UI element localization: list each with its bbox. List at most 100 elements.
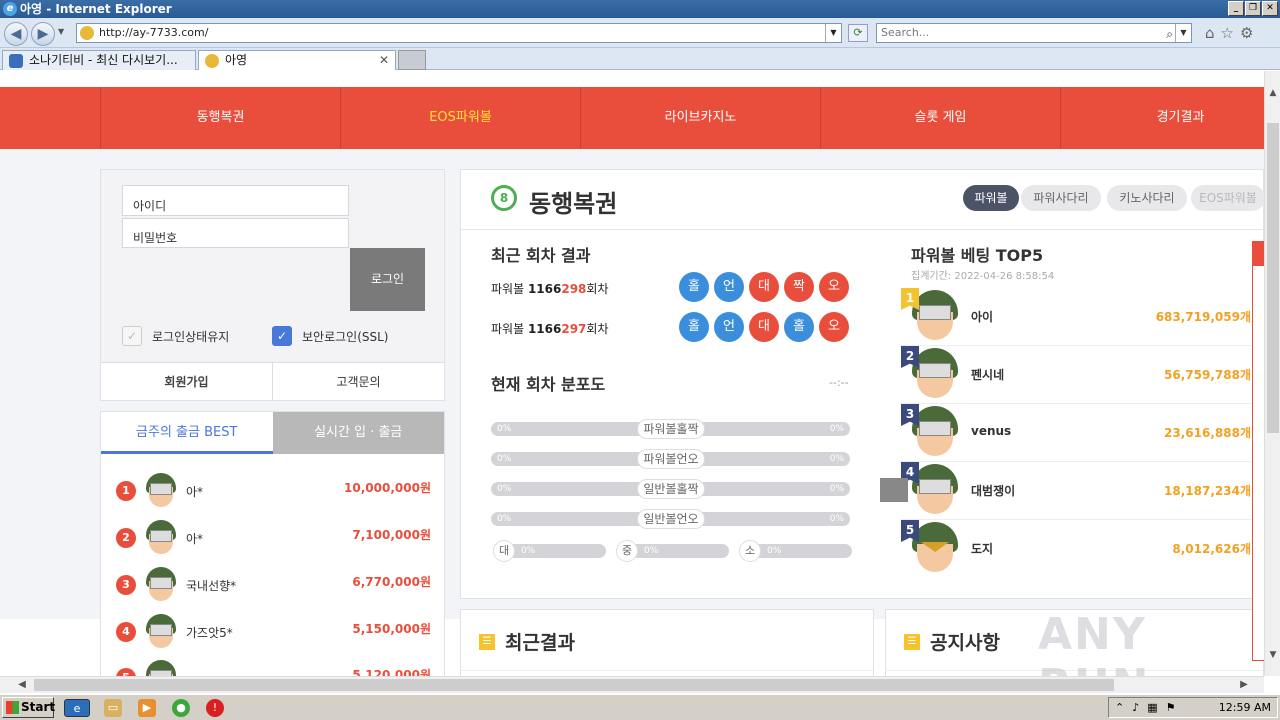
forward-button[interactable]: ▶ (31, 22, 55, 46)
scroll-thumb[interactable] (34, 679, 1114, 691)
ie-taskbar-icon[interactable]: e (64, 699, 90, 717)
bar-left-value: 0% (497, 454, 512, 464)
nav-item-slot-games[interactable]: 슬롯 게임 (820, 87, 1060, 149)
new-tab-button[interactable] (398, 50, 426, 70)
checkmark-icon: ✓ (122, 326, 142, 346)
nav-item-eos-powerball[interactable]: EOS파워볼 (340, 87, 580, 149)
list-item: 1 아* 10,000,000원 (116, 471, 431, 511)
user-name: 대범쟁이 (971, 484, 1016, 498)
explorer-folder-icon[interactable]: ▭ (104, 699, 122, 717)
browser-tab-sonagi[interactable]: 소나기티비 - 최신 다시보기... (2, 50, 196, 70)
ssl-login-checkbox[interactable]: ✓ 보안로그인(SSL) (272, 326, 388, 346)
scroll-right-icon[interactable]: ▶ (1236, 677, 1252, 693)
result-row: 파워볼 1166297회차 (491, 320, 609, 337)
avatar-icon (144, 567, 178, 603)
search-icon[interactable]: ⌕ (1166, 25, 1173, 43)
bar-left-value: 0% (497, 484, 512, 494)
search-placeholder: Search... (881, 26, 930, 39)
favorites-star-icon[interactable]: ☆ (1221, 24, 1234, 42)
round-number: 1166 (527, 322, 562, 336)
settings-gear-icon[interactable]: ⚙ (1240, 24, 1253, 42)
close-button[interactable]: ✕ (1262, 1, 1278, 16)
support-button[interactable]: 고객문의 (273, 363, 444, 400)
size-bar-medium: 중 0% (616, 540, 729, 562)
bar-left-value: 0% (497, 514, 512, 524)
scroll-down-icon[interactable]: ▼ (1265, 647, 1280, 663)
ie-logo-icon: e (3, 2, 17, 16)
login-button[interactable]: 로그인 (350, 248, 425, 311)
browser-tab-row: 소나기티비 - 최신 다시보기... 아영 ✕ (0, 48, 1280, 70)
size-bar-small: 소 0% (739, 540, 852, 562)
list-item: 2 아* 7,100,000원 (116, 518, 431, 558)
result-ball: 언 (714, 312, 744, 342)
size-label: 대 (493, 540, 515, 562)
password-field[interactable]: 비밀번호 (122, 218, 349, 248)
refresh-button[interactable]: ⟳ (848, 24, 868, 42)
scroll-left-icon[interactable]: ◀ (14, 677, 30, 693)
distribution-heading: 현재 회차 분포도 (491, 375, 606, 394)
floating-grid-icon[interactable] (880, 478, 908, 502)
security-app-icon[interactable]: ! (206, 699, 224, 717)
history-dropdown-icon[interactable]: ▼ (58, 27, 64, 36)
vertical-scrollbar[interactable]: ▲ ▼ (1264, 71, 1280, 676)
horizontal-scrollbar[interactable]: ◀ ▶ (0, 676, 1264, 693)
restore-button[interactable]: ❐ (1245, 1, 1261, 16)
nav-item-live-casino[interactable]: 라이브카지노 (580, 87, 820, 149)
panel-header: 8 동행복권 파워볼 파워사다리 키노사다리 EOS파워볼 (461, 170, 1264, 230)
notice-title: 공지사항 (930, 632, 1000, 654)
user-name: 아* (186, 485, 204, 499)
keep-login-checkbox[interactable]: ✓ 로그인상태유지 (122, 326, 229, 346)
main-nav: 동행복권 EOS파워볼 라이브카지노 슬롯 게임 경기결과 (0, 87, 1264, 149)
tab-power-ladder[interactable]: 파워사다리 (1021, 185, 1101, 211)
search-box[interactable]: Search... ⌕ ▼ (876, 23, 1192, 43)
rank-badge: 5 (901, 520, 919, 542)
volume-icon[interactable]: ♪ (1132, 701, 1139, 714)
user-name: 아이 (971, 310, 994, 324)
tab-realtime[interactable]: 실시간 입 · 출금 (272, 412, 444, 454)
avatar-icon (144, 520, 178, 556)
scroll-up-icon[interactable]: ▲ (1265, 85, 1280, 101)
round-number: 1166 (527, 282, 562, 296)
chrome-icon[interactable]: ● (172, 699, 190, 717)
tab-eos-powerball[interactable]: EOS파워볼 (1191, 185, 1264, 211)
tab-keno-ladder[interactable]: 키노사다리 (1107, 185, 1187, 211)
list-item: 5 5,120,000원 (116, 658, 431, 676)
tab-powerball[interactable]: 파워볼 (963, 185, 1019, 211)
address-dropdown-icon[interactable]: ▼ (825, 24, 841, 42)
round-sub-number: 297 (561, 322, 587, 336)
media-player-icon[interactable]: ▶ (138, 699, 156, 717)
nav-item-match-results[interactable]: 경기결과 (1060, 87, 1264, 149)
bar-right-value: 0% (829, 424, 844, 434)
side-panel-tab[interactable] (1252, 241, 1264, 661)
join-button[interactable]: 회원가입 (101, 363, 273, 400)
result-prefix: 파워볼 (491, 282, 528, 296)
network-icon[interactable]: ▦ (1147, 701, 1157, 714)
address-bar[interactable]: http://ay-7733.com/ ▼ (76, 23, 842, 43)
tab-close-icon[interactable]: ✕ (379, 51, 389, 69)
rank-badge: 3 (901, 404, 919, 426)
list-item: 3 국내선향* 6,770,000원 (116, 565, 431, 605)
start-button[interactable]: Start (2, 697, 55, 718)
windows-logo-icon (6, 701, 19, 714)
home-icon[interactable]: ⌂ (1205, 24, 1215, 42)
back-button[interactable]: ◀ (4, 22, 28, 46)
tab-weekly-best[interactable]: 금주의 출금 BEST (101, 412, 273, 454)
checkmark-icon: ✓ (272, 326, 292, 346)
search-dropdown-icon[interactable]: ▼ (1175, 24, 1191, 42)
top5-row: 5 도지 8,012,626개 (901, 520, 1251, 578)
page-title: 동행복권 (529, 190, 618, 218)
recent-results-heading: 최근 회차 결과 (491, 246, 591, 265)
best-tabs: 금주의 출금 BEST 실시간 입 · 출금 (101, 412, 444, 454)
scroll-thumb[interactable] (1267, 123, 1279, 433)
flag-icon[interactable]: ⚑ (1166, 701, 1176, 714)
size-bar-large: 대 0% (493, 540, 606, 562)
tray-arrow-icon[interactable]: ⌃ (1115, 701, 1124, 714)
avatar-icon (144, 614, 178, 650)
id-field[interactable]: 아이디 (122, 185, 349, 216)
browser-tab-ayoung[interactable]: 아영 ✕ (198, 50, 396, 70)
size-value: 0% (521, 546, 536, 556)
bet-amount: 23,616,888개 (1164, 426, 1251, 440)
address-toolbar: ◀ ▶ ▼ http://ay-7733.com/ ▼ ⟳ Search... … (0, 18, 1280, 48)
nav-item-lottery[interactable]: 동행복권 (100, 87, 340, 149)
minimize-button[interactable]: _ (1228, 1, 1244, 16)
